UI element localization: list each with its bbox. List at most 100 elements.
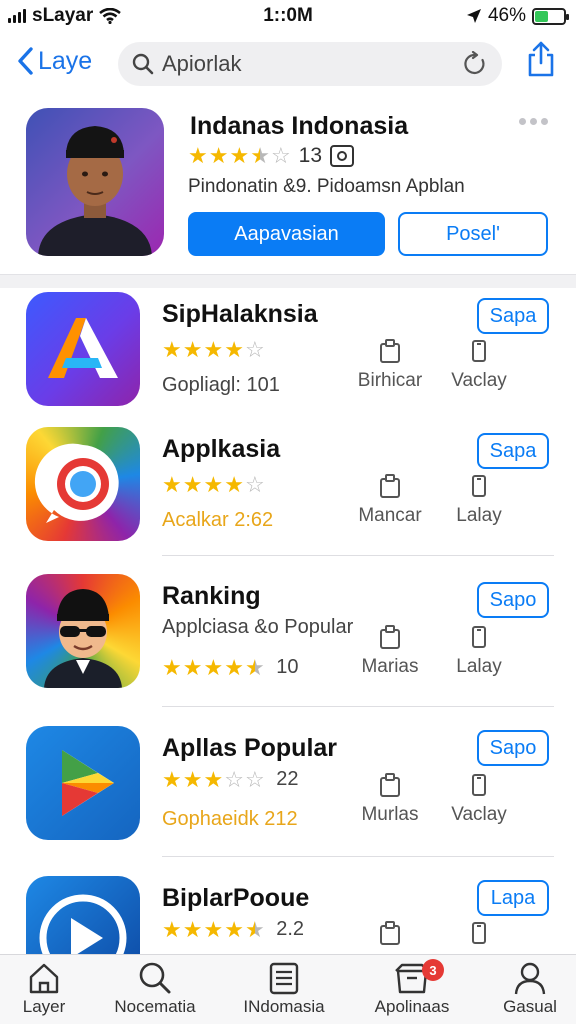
app-meta-2: Lalay xyxy=(434,473,524,527)
app-icon-avatar xyxy=(26,574,140,688)
star-icon: ★ xyxy=(203,471,224,497)
list-item[interactable]: Applkasia ★ ★ ★ ★ ☆ Acalkar 2:62 Sapa Mancar… xyxy=(0,427,576,567)
star-icon: ★ xyxy=(162,654,182,680)
app-name: Apllas Popular xyxy=(162,734,338,762)
tab-apps[interactable]: 3 Apolinaas xyxy=(352,959,472,1017)
app-rating: ★ ★ ★ ☆ ☆ 22 xyxy=(162,768,298,791)
play-circle-icon xyxy=(39,894,127,954)
tab-profile[interactable]: Gasual xyxy=(470,961,576,1017)
app-rating: ★ ★ ★ ★ ★ 2.2 xyxy=(162,918,304,941)
search-icon xyxy=(139,962,171,994)
app-meta-1: Murlas xyxy=(345,772,435,826)
phone-icon xyxy=(472,922,486,944)
search-bar[interactable] xyxy=(118,42,502,86)
star-icon: ☆ xyxy=(224,766,244,792)
home-icon xyxy=(29,963,59,994)
star-rating: ★ ★ ★ ★ ☆ xyxy=(162,336,265,362)
share-icon xyxy=(528,41,554,77)
chevron-left-icon xyxy=(18,47,33,75)
refresh-icon[interactable] xyxy=(462,51,488,77)
star-rating: ★ ★ ★ ★ ★ xyxy=(162,654,265,680)
star-icon: ★ xyxy=(224,916,244,942)
app-icon-video xyxy=(26,876,140,954)
row-divider xyxy=(162,706,554,707)
star-icon: ★ xyxy=(224,654,244,680)
list-icon xyxy=(269,962,299,995)
play-triangle-icon xyxy=(62,750,114,816)
more-options-icon[interactable] xyxy=(519,118,548,125)
phone-icon xyxy=(472,626,486,648)
app-meta-1: Mancar xyxy=(345,473,435,527)
tab-search[interactable]: Nocematia xyxy=(95,961,215,1017)
phone-icon xyxy=(472,340,486,362)
search-icon xyxy=(132,53,154,75)
battery-percent: 46% xyxy=(487,5,526,26)
app-meta-1: Marias xyxy=(345,624,435,678)
rating-count: 2.2 xyxy=(276,918,305,941)
star-icon: ★ xyxy=(182,654,203,680)
status-right: 46% xyxy=(466,5,569,27)
clipboard-icon xyxy=(380,773,400,797)
star-rating: ★ ★ ★ ★ ☆ xyxy=(188,145,291,167)
search-input[interactable] xyxy=(162,51,462,77)
phone-icon xyxy=(472,475,486,497)
star-icon: ☆ xyxy=(244,471,265,497)
nav-bar: Laye xyxy=(0,38,576,94)
app-icon-chat xyxy=(26,427,140,541)
back-button[interactable]: Laye xyxy=(16,46,92,76)
featured-secondary-button[interactable]: Posel' xyxy=(398,212,548,256)
star-rating: ★ ★ ★ ★ ☆ xyxy=(162,471,265,497)
star-icon: ★ xyxy=(182,336,203,362)
app-subtitle: Gopliagl: 101 xyxy=(162,374,280,396)
clipboard-icon xyxy=(380,625,400,649)
app-rating: ★ ★ ★ ★ ☆ xyxy=(162,473,265,496)
app-subtitle: Acalkar 2:62 xyxy=(162,509,274,531)
star-icon: ☆ xyxy=(270,143,291,168)
star-icon: ★ xyxy=(208,143,229,168)
tab-label: Layer xyxy=(22,997,66,1016)
get-button[interactable]: Sapo xyxy=(477,730,549,766)
get-button[interactable]: Sapa xyxy=(477,298,549,334)
featured-primary-button[interactable]: Aapavasian xyxy=(188,212,385,256)
app-subtitle: Applciasa &o Popular xyxy=(162,616,354,638)
row-divider xyxy=(162,555,554,556)
person-avatar-icon xyxy=(38,126,152,256)
app-meta-2: Vaclay xyxy=(434,772,524,826)
list-item[interactable]: Apllas Popular ★ ★ ★ ☆ ☆ 22 Gophaeidk 212 Sa… xyxy=(0,726,576,866)
rating-count: 22 xyxy=(276,768,299,791)
get-button[interactable]: Sapa xyxy=(477,433,549,469)
app-rating: ★ ★ ★ ★ ★ 10 xyxy=(162,656,298,679)
row-divider xyxy=(162,856,554,857)
tab-list[interactable]: INdomasia xyxy=(224,961,344,1017)
featured-rating-count: 13 xyxy=(298,144,323,167)
list-item[interactable]: Ranking Applciasa &o Popular ★ ★ ★ ★ ★ 10 Sa… xyxy=(0,574,576,714)
list-item[interactable]: SipHalaknsia ★ ★ ★ ★ ☆ Gopliagl: 101 Sapa Bi… xyxy=(0,292,576,432)
app-name: BiplarPooue xyxy=(162,884,310,912)
star-icon: ★ xyxy=(203,766,224,792)
star-icon: ★ xyxy=(229,143,250,168)
get-button[interactable]: Sapo xyxy=(477,582,549,618)
location-arrow-icon xyxy=(466,9,481,23)
letter-a-icon xyxy=(48,318,118,378)
share-button[interactable] xyxy=(526,40,556,83)
star-icon: ★ xyxy=(162,336,182,362)
cartoon-person-icon xyxy=(44,589,122,688)
camera-icon xyxy=(330,145,355,167)
star-icon: ★ xyxy=(203,916,224,942)
get-button[interactable]: Lapa xyxy=(477,880,549,916)
star-icon: ★ xyxy=(244,916,265,942)
star-icon: ★ xyxy=(162,471,182,497)
list-item[interactable]: BiplarPooue ★ ★ ★ ★ ★ 2.2 Lapa xyxy=(0,876,576,954)
tab-layer[interactable]: Layer xyxy=(0,961,104,1017)
clipboard-icon xyxy=(380,474,400,498)
app-meta-2: Vaclay xyxy=(434,338,524,392)
battery-icon xyxy=(532,7,569,25)
tab-label: Apolinaas xyxy=(374,997,450,1016)
star-icon: ★ xyxy=(203,336,224,362)
star-icon: ☆ xyxy=(244,336,265,362)
app-name: Applkasia xyxy=(162,435,281,463)
app-subtitle: Gophaeidk 212 xyxy=(162,808,298,830)
featured-app[interactable]: Indanas Indonasia ★ ★ ★ ★ ☆ 13 Pindonatin &9… xyxy=(0,102,576,274)
tab-label: Gasual xyxy=(503,997,557,1016)
star-icon: ★ xyxy=(162,916,182,942)
